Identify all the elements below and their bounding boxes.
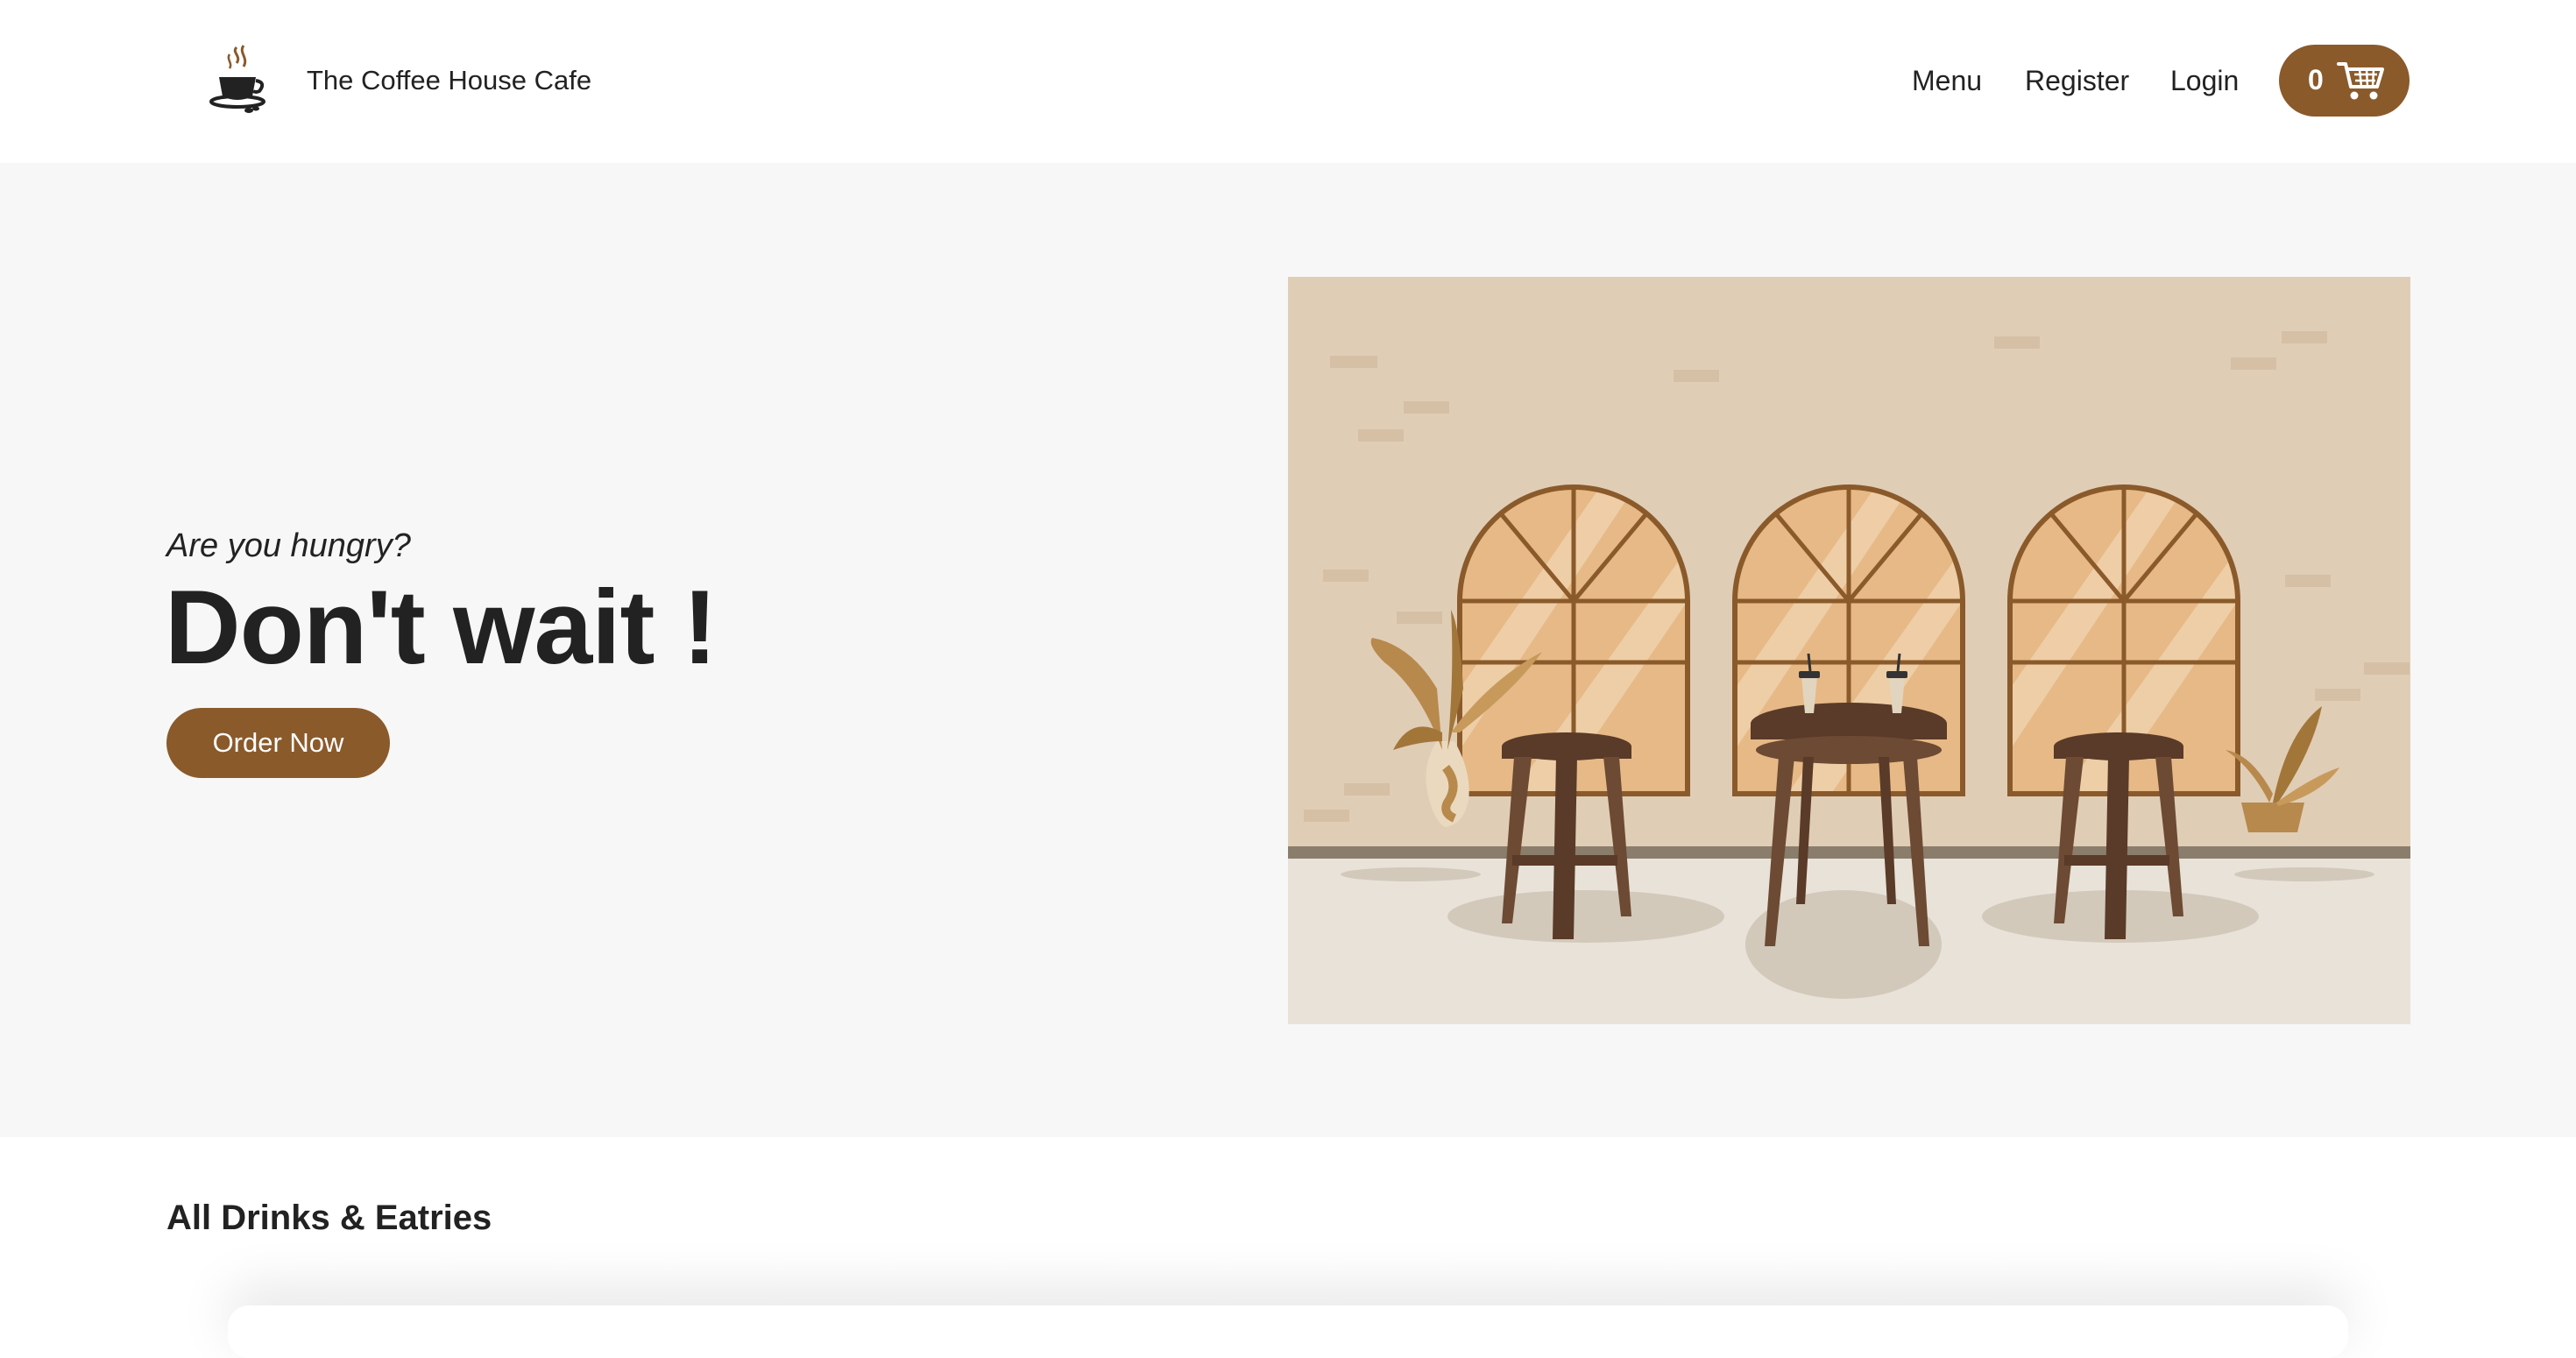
- product-card-container: [228, 1305, 2348, 1358]
- cafe-interior-illustration: [1288, 277, 2410, 1024]
- section-title-all-drinks: All Drinks & Eatries: [166, 1199, 492, 1237]
- site-header: The Coffee House Cafe Menu Register Logi…: [0, 0, 2576, 163]
- hero-kicker: Are you hungry?: [166, 527, 411, 564]
- brand-name[interactable]: The Coffee House Cafe: [307, 63, 591, 98]
- order-now-button[interactable]: Order Now: [166, 708, 390, 778]
- shopping-cart-icon: [2337, 62, 2384, 100]
- nav-login-link[interactable]: Login: [2170, 63, 2239, 98]
- hero-title: Don't wait !: [165, 569, 718, 686]
- hero-section: Are you hungry? Don't wait ! Order Now: [0, 163, 2576, 1137]
- cart-button[interactable]: 0: [2279, 45, 2410, 117]
- cart-count: 0: [2308, 64, 2324, 95]
- coffee-cup-icon[interactable]: [205, 44, 270, 116]
- nav-register-link[interactable]: Register: [2025, 63, 2129, 98]
- nav-menu-link[interactable]: Menu: [1912, 63, 1982, 98]
